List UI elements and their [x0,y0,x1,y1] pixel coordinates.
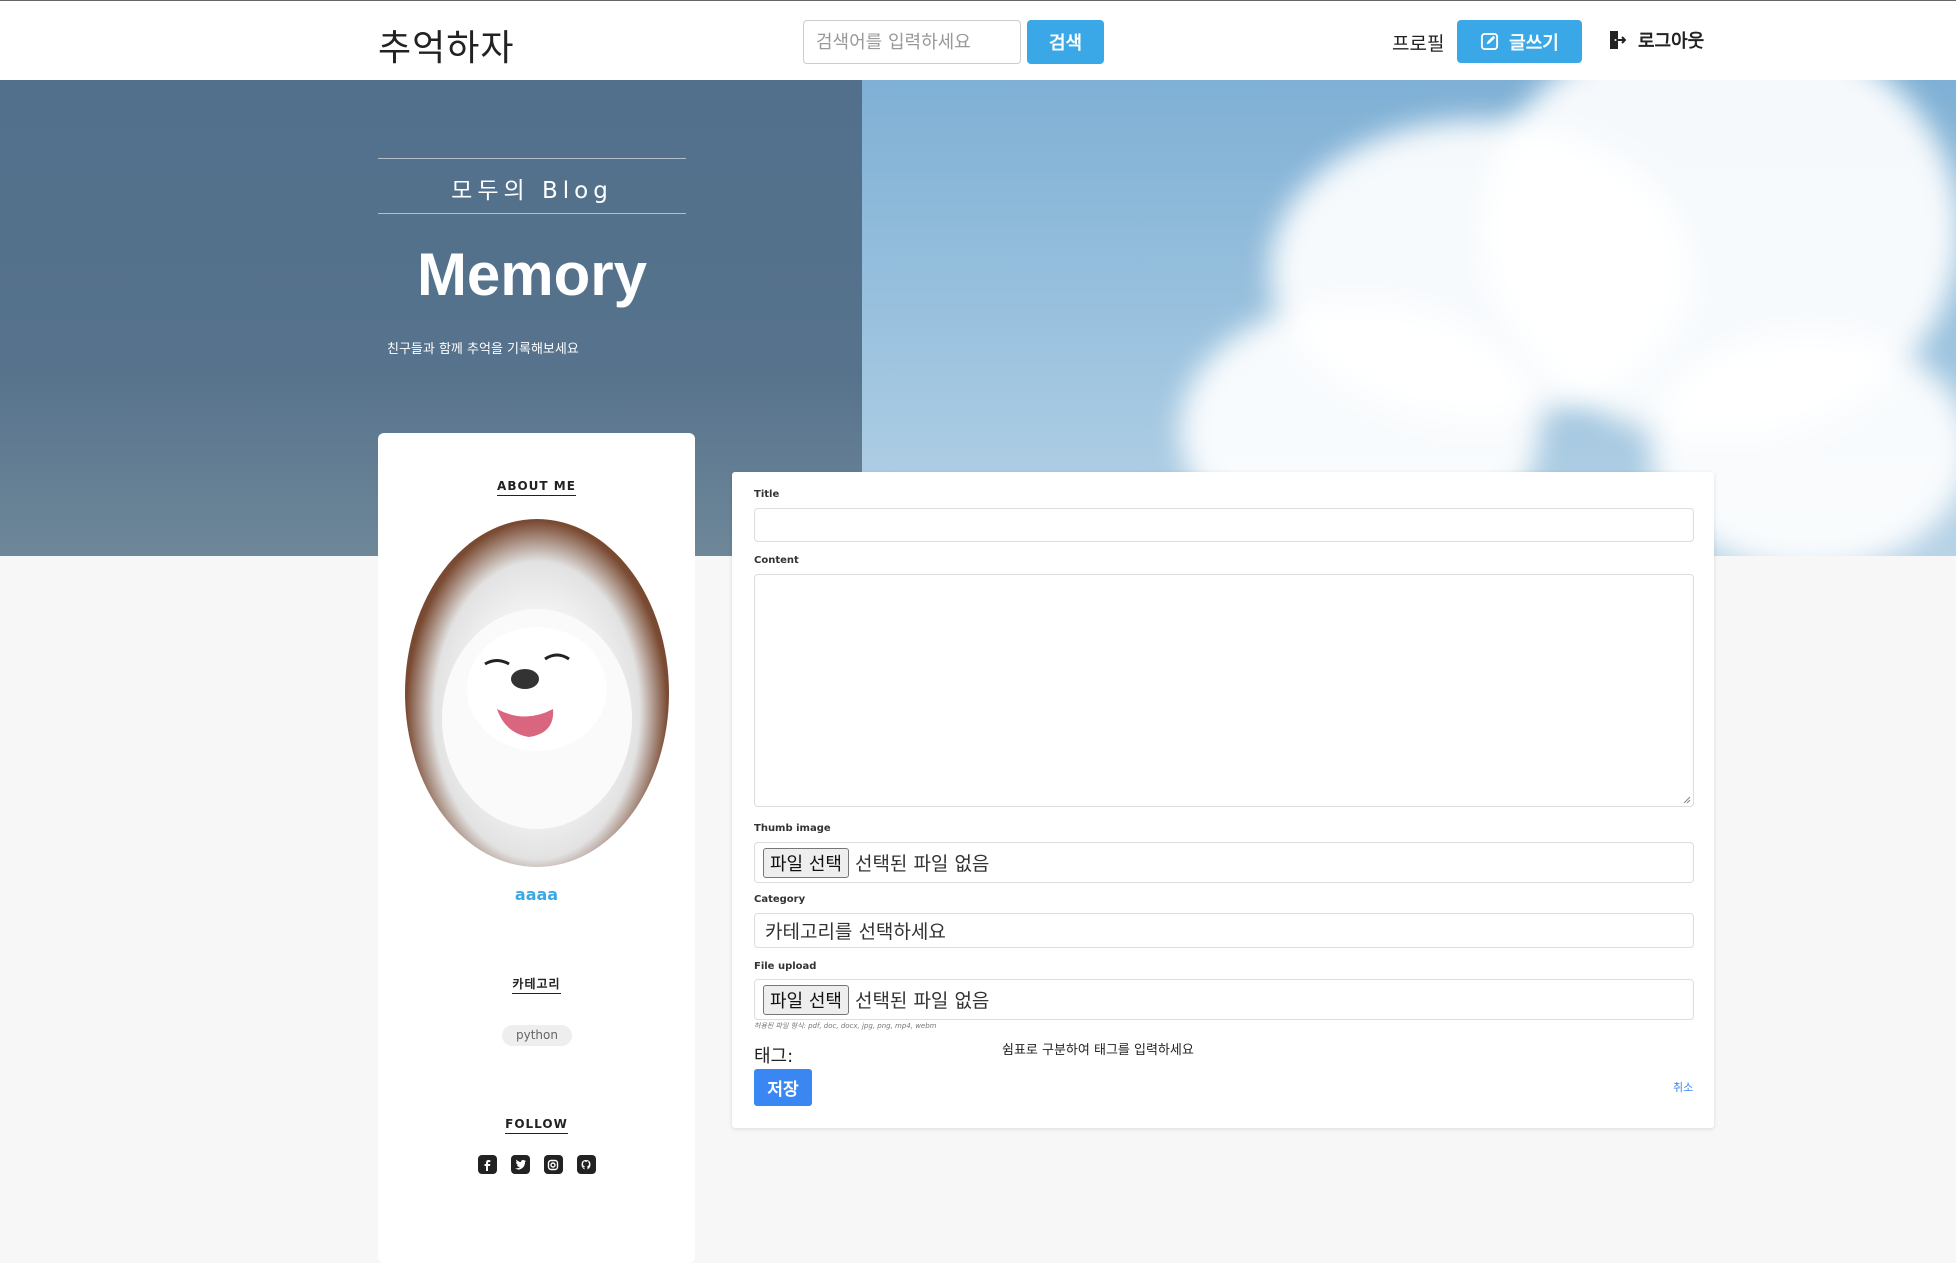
cancel-link[interactable]: 취소 [1673,1079,1693,1095]
category-pill[interactable]: python [502,1025,572,1046]
content-textarea[interactable] [754,574,1694,807]
file-upload-input: 파일 선택 선택된 파일 없음 [754,979,1694,1020]
hero-subtitle: 모두의 Blog [451,178,613,204]
twitter-icon[interactable] [510,1155,530,1174]
save-button[interactable]: 저장 [754,1069,812,1106]
tag-input[interactable] [1000,1042,1364,1059]
thumb-file-button[interactable]: 파일 선택 [763,847,849,878]
search-button[interactable]: 검색 [1027,20,1104,64]
category-label: Category [754,894,806,905]
username[interactable]: aaaa [378,885,695,904]
write-label: 글쓰기 [1509,32,1559,54]
thumb-image-input: 파일 선택 선택된 파일 없음 [754,842,1694,883]
search-input[interactable] [803,20,1021,64]
post-form-card: Title Content Thumb image 파일 선택 선택된 파일 없… [732,472,1714,1128]
profile-link[interactable]: 프로필 [1392,29,1444,56]
file-upload-label: File upload [754,961,817,972]
social-links [378,1155,695,1174]
resize-handle-icon[interactable] [1681,794,1691,804]
about-heading: ABOUT ME [378,479,695,496]
thumb-image-label: Thumb image [754,823,831,834]
edit-icon [1481,32,1499,51]
about-sidebar: ABOUT ME aaaa 카테고리 python FOLLOW [378,433,695,1263]
instagram-icon[interactable] [543,1155,563,1174]
title-label: Title [754,489,780,500]
write-button[interactable]: 글쓰기 [1457,20,1582,63]
hero-subtitle-box: 모두의 Blog [378,158,686,214]
tag-label: 태그: [754,1046,794,1067]
upload-file-status: 선택된 파일 없음 [854,990,990,1012]
thumb-file-status: 선택된 파일 없음 [854,853,990,875]
brand-logo[interactable]: 추억하자 [378,19,514,71]
upload-file-button[interactable]: 파일 선택 [763,984,849,1015]
github-icon[interactable] [576,1155,596,1174]
hero-title: Memory [416,241,648,308]
facebook-icon[interactable] [477,1155,497,1174]
upload-hint: 허용된 파일 형식: pdf, doc, docx, jpg, png, mp4… [754,1022,937,1030]
top-navbar: 추억하자 검색 프로필 글쓰기 로그아웃 [0,0,1956,80]
category-placeholder: 카테고리를 선택하세요 [765,921,946,943]
dog-photo [442,609,632,829]
hero-description: 친구들과 함께 추억을 기록해보세요 [387,342,579,357]
logout-label: 로그아웃 [1638,31,1705,52]
logout-link[interactable]: 로그아웃 [1608,27,1704,53]
logout-icon [1610,31,1626,49]
category-select[interactable]: 카테고리를 선택하세요 [754,913,1694,948]
follow-heading: FOLLOW [378,1117,695,1134]
content-label: Content [754,555,799,566]
category-heading: 카테고리 [378,975,695,994]
avatar [405,519,669,867]
title-input[interactable] [754,508,1694,542]
